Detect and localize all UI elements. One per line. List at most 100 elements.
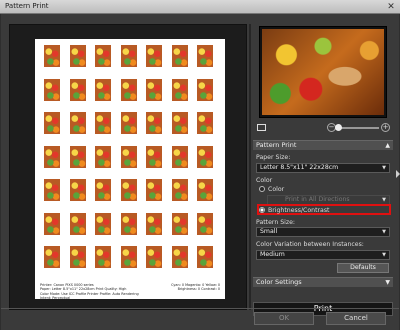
pattern-tile-image bbox=[171, 78, 188, 101]
color-variation-label: Color Variation between Instances: bbox=[256, 241, 364, 248]
pattern-tile bbox=[170, 111, 190, 143]
dialog-body: Printer: Canon PIXS 0000 series Paper: L… bbox=[1, 14, 400, 330]
pattern-tile-image bbox=[95, 78, 111, 101]
pattern-tile bbox=[170, 78, 190, 110]
pattern-tile bbox=[42, 212, 62, 244]
pattern-tile-image bbox=[69, 145, 86, 168]
pattern-tile-image bbox=[146, 145, 162, 168]
color-variation-select[interactable]: Medium ▼ bbox=[256, 250, 390, 260]
pattern-tile bbox=[119, 212, 139, 244]
pattern-tile-image bbox=[120, 145, 137, 168]
brightness-contrast-radio[interactable]: Brightness/Contrast bbox=[259, 207, 329, 214]
pattern-tile-image bbox=[44, 45, 60, 67]
pattern-tile-image bbox=[197, 179, 213, 201]
color-settings-header[interactable]: Color Settings ▼ bbox=[253, 277, 393, 287]
pattern-tile bbox=[93, 212, 113, 244]
pattern-tile-image bbox=[171, 212, 188, 235]
pattern-tile bbox=[144, 178, 164, 210]
pattern-tile-image bbox=[197, 45, 213, 67]
fit-view-icon[interactable] bbox=[257, 124, 266, 131]
pattern-tile bbox=[42, 245, 62, 277]
paper-size-select[interactable]: Letter 8.5"x11" 22x28cm ▼ bbox=[256, 163, 390, 173]
pattern-tile-image bbox=[146, 246, 162, 268]
pane-divider[interactable] bbox=[249, 24, 251, 310]
settings-panel: − + Pattern Print ▲ Paper Size: Letter 8… bbox=[253, 24, 393, 316]
defaults-button[interactable]: Defaults bbox=[337, 263, 389, 273]
pattern-tile-image bbox=[44, 145, 60, 168]
footer-left: Printer: Canon PIXS 0000 series Paper: L… bbox=[40, 283, 139, 301]
pattern-tile-image bbox=[44, 212, 60, 235]
pattern-tile bbox=[68, 212, 88, 244]
zoom-slider-knob[interactable] bbox=[335, 124, 342, 131]
color-radio[interactable]: Color bbox=[259, 186, 284, 193]
pattern-tile-image bbox=[95, 246, 111, 268]
pattern-print-header[interactable]: Pattern Print ▲ bbox=[253, 140, 393, 150]
dropdown-arrow-icon: ▼ bbox=[382, 165, 386, 171]
pattern-tile-image bbox=[197, 212, 213, 235]
pattern-tile-image bbox=[69, 112, 86, 134]
pattern-tile bbox=[119, 44, 139, 76]
preview-page: Printer: Canon PIXS 0000 series Paper: L… bbox=[35, 39, 225, 301]
color-label: Color bbox=[256, 177, 273, 184]
zoom-in-icon[interactable]: + bbox=[381, 123, 390, 132]
pattern-tile bbox=[93, 111, 113, 143]
pattern-tile-image bbox=[120, 179, 137, 201]
radio-selected-icon bbox=[259, 207, 265, 213]
pattern-tile bbox=[119, 178, 139, 210]
pattern-tile bbox=[42, 78, 62, 110]
pattern-tile-image bbox=[146, 45, 162, 67]
pattern-tile bbox=[119, 111, 139, 143]
cancel-button[interactable]: Cancel bbox=[326, 312, 386, 325]
pattern-tile-image bbox=[171, 45, 188, 67]
zoom-slider[interactable] bbox=[339, 127, 379, 129]
pattern-tile-image bbox=[120, 112, 137, 134]
pattern-tile bbox=[195, 111, 215, 143]
ok-button[interactable]: OK bbox=[254, 312, 314, 325]
pattern-tile bbox=[170, 145, 190, 177]
pattern-tile bbox=[144, 245, 164, 277]
image-thumbnail bbox=[259, 26, 387, 118]
pattern-tile-image bbox=[95, 112, 111, 134]
pattern-tile bbox=[68, 178, 88, 210]
pattern-tile bbox=[68, 111, 88, 143]
pattern-size-select[interactable]: Small ▼ bbox=[256, 227, 390, 237]
pattern-tile-image bbox=[171, 112, 188, 134]
pattern-tile bbox=[144, 78, 164, 110]
brightness-contrast-label: Brightness/Contrast bbox=[268, 207, 330, 214]
pattern-tile-image bbox=[44, 179, 60, 201]
pattern-tile bbox=[144, 111, 164, 143]
pattern-tile-image bbox=[197, 246, 213, 268]
pattern-tile bbox=[68, 145, 88, 177]
pattern-tile-image bbox=[146, 212, 162, 235]
footer-right: Cyan: 0 Magenta: 0 Yellow: 0 Brightness:… bbox=[171, 283, 220, 292]
pattern-tile-image bbox=[69, 78, 86, 101]
pattern-tile bbox=[93, 78, 113, 110]
pattern-tile bbox=[68, 44, 88, 76]
pattern-tile bbox=[93, 178, 113, 210]
dropdown-arrow-icon: ▼ bbox=[382, 229, 386, 235]
pattern-tile-image bbox=[171, 246, 188, 268]
pattern-tile bbox=[119, 78, 139, 110]
close-icon[interactable]: ✕ bbox=[386, 2, 396, 12]
radio-icon bbox=[259, 186, 265, 192]
pattern-tile bbox=[93, 245, 113, 277]
pattern-tile-image bbox=[171, 145, 188, 168]
window-title: Pattern Print bbox=[5, 2, 49, 10]
pattern-tile bbox=[195, 245, 215, 277]
pattern-tile-image bbox=[69, 212, 86, 235]
pattern-print-title: Pattern Print bbox=[256, 141, 297, 149]
pattern-tile-image bbox=[69, 246, 86, 268]
color-variation-value: Medium bbox=[260, 251, 285, 258]
pattern-tile bbox=[195, 44, 215, 76]
pattern-tile bbox=[144, 212, 164, 244]
pattern-tile bbox=[119, 145, 139, 177]
pattern-tile bbox=[68, 78, 88, 110]
pattern-tile bbox=[42, 44, 62, 76]
panel-toggle-icon[interactable] bbox=[396, 170, 400, 178]
thumbnail-photo bbox=[262, 29, 384, 115]
direction-value: Print in All Directions bbox=[285, 196, 350, 203]
pattern-size-value: Small bbox=[260, 228, 278, 235]
pattern-tile bbox=[170, 245, 190, 277]
paper-size-label: Paper Size: bbox=[256, 154, 291, 161]
pattern-tile-image bbox=[120, 45, 137, 67]
